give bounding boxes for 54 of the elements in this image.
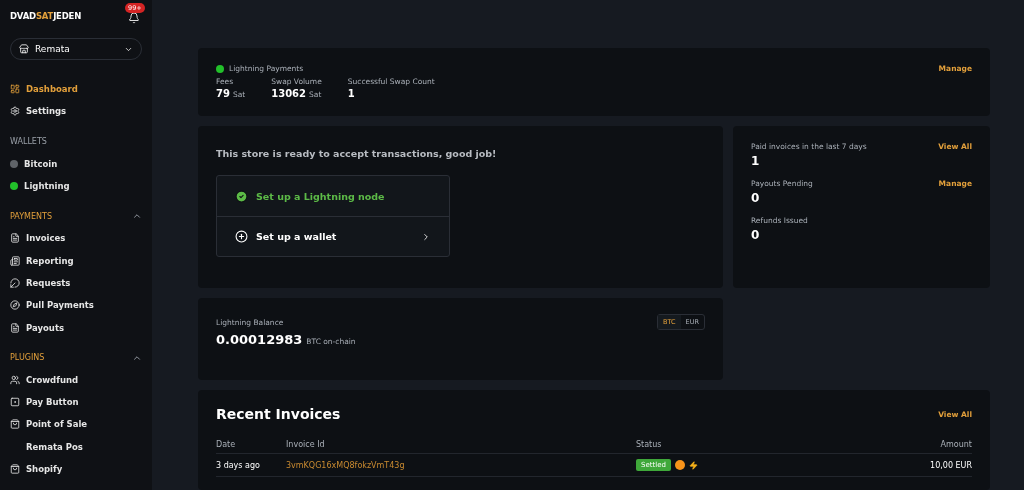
setup-step[interactable]: Set up a wallet: [217, 216, 449, 256]
store-icon: [19, 44, 29, 54]
summary-value: 0: [751, 191, 761, 205]
plus-icon: [235, 230, 248, 243]
nav-item[interactable]: Invoices: [10, 227, 142, 250]
bell-icon[interactable]: [128, 12, 140, 24]
logo: DVADSATJEDEN: [10, 11, 82, 21]
people-icon: [10, 374, 20, 385]
section-heading: PLUGINS: [10, 353, 45, 363]
status-dot: [216, 64, 224, 73]
nav-item[interactable]: Payouts: [10, 316, 142, 339]
setup-message: This store is ready to accept transactions, good job!: [216, 148, 497, 159]
summary-value: 1: [751, 154, 761, 168]
column-header: Invoice Id: [286, 436, 636, 454]
stat-value: 1: [347, 88, 355, 99]
stat-value: 13062: [271, 88, 307, 99]
chevron-icon: [421, 231, 431, 242]
bag-icon: [10, 464, 20, 474]
settings-icon: [10, 106, 20, 117]
stat-value: 79: [216, 88, 230, 99]
nav-item[interactable]: Dashboard: [10, 78, 142, 101]
column-header: Status: [636, 436, 852, 454]
nav-item[interactable]: Pull Payments: [10, 294, 142, 317]
section-heading: PAYMENTS: [10, 211, 52, 221]
section-heading: WALLETS: [10, 137, 47, 147]
table-cell: 3 days ago: [216, 460, 260, 470]
balance-amount: 0.00012983: [216, 332, 303, 347]
nav-item[interactable]: Pay Button: [10, 390, 142, 414]
setup-step[interactable]: Set up a Lightning node: [217, 176, 449, 216]
column-header: Amount: [852, 436, 972, 454]
nav-item[interactable]: Settings: [10, 100, 142, 123]
nav-item[interactable]: Reporting: [10, 249, 142, 272]
nav-item[interactable]: Lightning: [10, 174, 142, 198]
nav-item[interactable]: Remata Pos: [10, 435, 142, 458]
summary-value: 0: [751, 228, 761, 242]
nav-item[interactable]: Crowdfund: [10, 368, 142, 391]
bitcoin-icon: [674, 460, 685, 470]
nav-item[interactable]: Point of Sale: [10, 413, 142, 436]
chart-icon: [10, 84, 20, 95]
nav-item[interactable]: Shopify: [10, 457, 142, 481]
newspaper-icon: [10, 255, 20, 266]
bag-icon: [10, 419, 20, 430]
nav-item[interactable]: Bitcoin: [10, 152, 142, 175]
column-header: Date: [216, 436, 286, 454]
compass-icon: [10, 300, 20, 311]
check-icon: [235, 189, 248, 203]
nav-item[interactable]: Requests: [10, 271, 142, 295]
lightning-icon: [688, 460, 698, 470]
document-icon: [10, 322, 20, 333]
arrow-circle-icon: [10, 277, 20, 288]
invoice-link[interactable]: 3vmKQG16xMQ8fokzVmT43g: [286, 460, 405, 470]
section-title: Recent Invoices: [216, 406, 341, 422]
document-icon: [10, 233, 20, 244]
table-cell: 10,00 EUR: [930, 460, 972, 470]
